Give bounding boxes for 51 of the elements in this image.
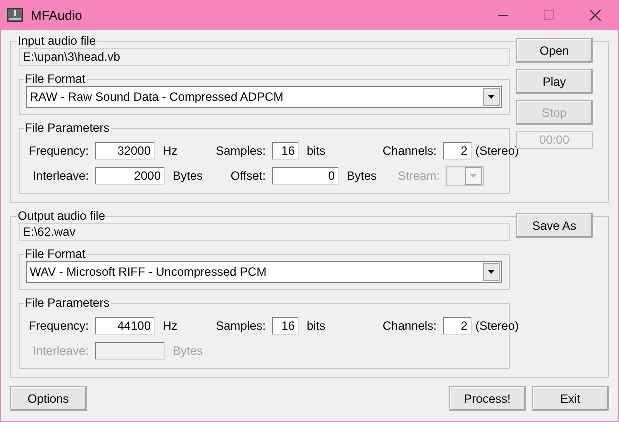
- format-dropdown[interactable]: WAV - Microsoft RIFF - Uncompressed PCM: [26, 261, 502, 283]
- group-title: File Parameters: [24, 296, 111, 310]
- number-field[interactable]: 0: [272, 166, 339, 184]
- unit-label: bits: [307, 144, 326, 158]
- field-label: Interleave:: [32, 344, 89, 358]
- time-display: 00:00: [516, 131, 593, 149]
- field-label: Samples:: [214, 318, 266, 332]
- field-label: Samples:: [214, 144, 266, 158]
- unit-label: Hz: [163, 144, 178, 158]
- field-label: Interleave:: [32, 168, 89, 182]
- side-button[interactable]: Open: [516, 38, 593, 63]
- dropdown-arrow-icon: [488, 270, 495, 274]
- unit-label: Hz: [163, 318, 178, 332]
- group-title: File Parameters: [24, 121, 111, 135]
- dropdown-arrow-icon: [470, 174, 477, 178]
- group-title: File Format: [24, 247, 87, 261]
- number-field[interactable]: 44100: [95, 316, 155, 334]
- number-field[interactable]: 32000: [95, 142, 155, 160]
- unit-label: Bytes: [173, 168, 204, 182]
- field-label: Frequency:: [28, 318, 89, 332]
- window-title: MFAudio: [31, 8, 84, 22]
- footer-button[interactable]: Process!: [449, 386, 526, 411]
- minimize-icon[interactable]: [498, 14, 508, 16]
- group-title: Output audio file: [17, 209, 106, 223]
- number-field[interactable]: 16: [272, 142, 299, 160]
- number-field[interactable]: 2: [442, 316, 472, 334]
- side-button[interactable]: Save As: [516, 213, 593, 238]
- field-label: Channels:: [382, 144, 437, 158]
- footer-button[interactable]: Exit: [532, 386, 609, 411]
- unit-label: Bytes: [173, 344, 204, 358]
- field-label: Stream:: [396, 168, 440, 182]
- unit-label: (Stereo): [476, 318, 519, 332]
- app-icon[interactable]: [7, 8, 23, 22]
- options-button[interactable]: Options: [10, 386, 87, 411]
- field-label: Offset:: [230, 168, 266, 182]
- group-title: Input audio file: [17, 34, 98, 48]
- unit-label: bits: [307, 318, 326, 332]
- close-icon[interactable]: [590, 10, 600, 20]
- dropdown-arrow-icon: [488, 95, 495, 99]
- unit-label: Bytes: [347, 168, 378, 182]
- number-field[interactable]: 2000: [95, 166, 165, 184]
- number-field[interactable]: 2: [442, 142, 472, 160]
- format-dropdown[interactable]: RAW - Raw Sound Data - Compressed ADPCM: [26, 86, 502, 108]
- number-field[interactable]: 16: [272, 316, 299, 334]
- field-label: Channels:: [382, 318, 437, 332]
- field-label: Frequency:: [28, 144, 89, 158]
- side-button[interactable]: Play: [516, 69, 593, 94]
- unit-label: (Stereo): [476, 144, 519, 158]
- file-path-field: E:\62.wav: [19, 223, 510, 241]
- group-title: File Format: [24, 72, 87, 86]
- file-path-field: E:\upan\3\head.vb: [19, 48, 510, 66]
